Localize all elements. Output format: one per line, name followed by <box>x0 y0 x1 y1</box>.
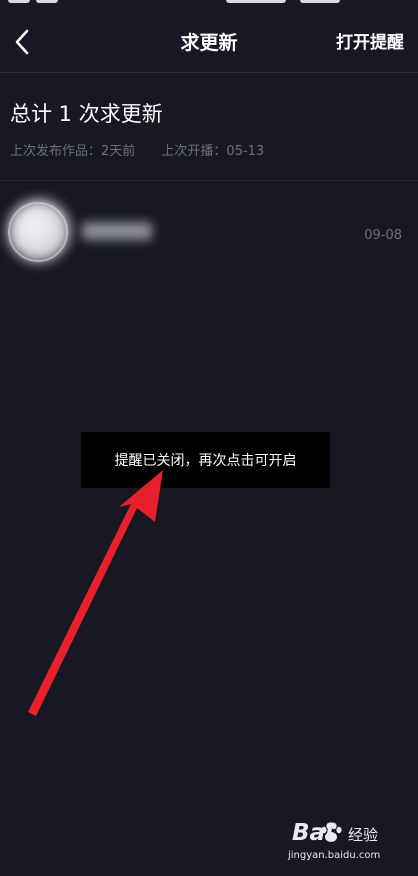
baidu-jingyan-watermark: Bai 经验 jingyan.baidu.com <box>288 818 408 868</box>
list-item[interactable]: 09-08 <box>0 190 418 280</box>
meta-row: 上次发布作品：2天前 上次开播：05-13 <box>10 140 264 159</box>
status-bar <box>0 0 418 8</box>
watermark-url: jingyan.baidu.com <box>288 850 381 861</box>
section-divider <box>0 180 418 181</box>
last-live-text: 上次开播：05-13 <box>161 144 265 159</box>
watermark-suffix: 经验 <box>348 826 379 844</box>
last-post-text: 上次发布作品：2天前 <box>10 144 136 159</box>
avatar-ring <box>8 202 68 262</box>
paw-icon <box>321 822 342 842</box>
nav-divider <box>0 72 418 73</box>
item-date: 09-08 <box>364 228 402 243</box>
open-remind-button[interactable]: 打开提醒 <box>336 28 404 53</box>
toast-message: 提醒已关闭，再次点击可开启 <box>81 432 330 488</box>
summary-title: 总计 1 次求更新 <box>10 102 163 126</box>
user-name <box>82 222 152 245</box>
nav-bar: 求更新 打开提醒 <box>0 18 418 66</box>
